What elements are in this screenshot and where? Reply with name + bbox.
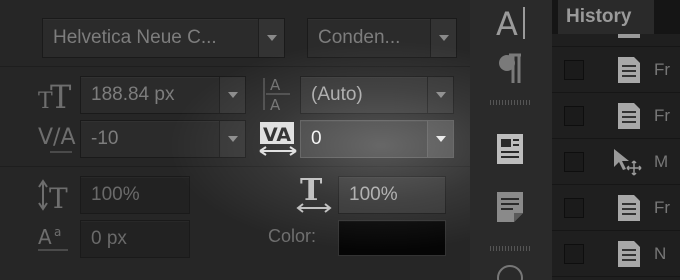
horizontal-scale-value: 100% xyxy=(349,184,398,205)
svg-text:T: T xyxy=(49,182,68,212)
history-row[interactable]: Fr xyxy=(552,92,680,139)
history-item-label: Fr xyxy=(654,198,671,217)
history-checkbox[interactable] xyxy=(564,244,584,264)
document-icon xyxy=(616,239,642,274)
tracking-select[interactable]: 0 xyxy=(300,120,454,158)
panel-grip[interactable] xyxy=(490,100,532,105)
history-checkbox[interactable] xyxy=(564,152,584,172)
history-row[interactable]: Fr xyxy=(552,46,680,93)
svg-text:V/A: V/A xyxy=(38,125,76,150)
panel-tool-strip: A xyxy=(470,0,553,280)
svg-text:VA: VA xyxy=(263,124,291,146)
svg-text:T: T xyxy=(300,174,323,208)
history-item-label: N xyxy=(654,244,667,263)
character-panel: Helvetica Neue C... Conden... TT 188.84 … xyxy=(0,0,570,280)
horizontal-scale-icon: T xyxy=(296,174,332,214)
history-row[interactable]: M xyxy=(552,138,680,185)
tab-history[interactable]: History xyxy=(558,0,654,34)
notes-icon xyxy=(497,192,523,222)
history-panel: History Fr Fr M Fr N xyxy=(552,0,680,280)
horizontal-scale-input[interactable]: 100% xyxy=(338,176,446,214)
font-size-value: 188.84 px xyxy=(91,84,175,105)
panel-divider xyxy=(0,66,470,67)
tracking-dropdown-arrow[interactable] xyxy=(427,121,453,157)
font-family-select[interactable]: Helvetica Neue C... xyxy=(42,18,285,58)
document-icon xyxy=(616,55,642,90)
color-swatch[interactable] xyxy=(338,220,446,256)
notes-panel-button[interactable] xyxy=(484,184,536,230)
svg-text:A: A xyxy=(270,76,281,94)
paragraph-icon xyxy=(499,53,521,83)
font-style-value: Conden... xyxy=(318,27,401,48)
leading-dropdown-arrow[interactable] xyxy=(427,77,453,113)
svg-text:A: A xyxy=(38,225,52,249)
font-style-dropdown-arrow[interactable] xyxy=(430,19,456,57)
history-checkbox[interactable] xyxy=(564,198,584,218)
move-icon xyxy=(612,147,644,182)
layout-icon xyxy=(497,134,523,164)
baseline-shift-value: 0 px xyxy=(91,228,127,249)
character-icon: A xyxy=(496,5,525,43)
circle-icon xyxy=(497,265,523,280)
history-item-label: Fr xyxy=(654,106,671,125)
chevron-down-icon xyxy=(266,35,277,41)
kerning-select[interactable]: -10 xyxy=(80,120,246,158)
panel-grip[interactable] xyxy=(490,246,532,251)
history-item-label: M xyxy=(654,152,669,171)
svg-text:a: a xyxy=(54,225,61,239)
svg-text:A: A xyxy=(270,96,281,114)
document-icon xyxy=(616,101,642,136)
vertical-scale-value: 100% xyxy=(91,184,140,205)
partial-panel-button[interactable] xyxy=(484,262,536,280)
document-icon xyxy=(616,34,642,45)
chevron-down-icon xyxy=(438,35,449,41)
font-size-icon: TT xyxy=(38,78,72,112)
chevron-down-icon xyxy=(227,136,238,142)
font-family-dropdown-arrow[interactable] xyxy=(258,19,284,57)
layout-panel-button[interactable] xyxy=(484,126,536,172)
history-tabbar: History xyxy=(552,0,680,34)
svg-text:T: T xyxy=(50,78,72,112)
document-icon xyxy=(616,193,642,228)
chevron-down-icon xyxy=(435,92,446,98)
history-row[interactable]: N xyxy=(552,230,680,277)
vertical-scale-icon: T xyxy=(38,178,72,212)
history-item-label: Fr xyxy=(654,60,671,79)
color-label: Color: xyxy=(268,226,317,246)
history-row[interactable]: Fr xyxy=(552,184,680,231)
font-size-select[interactable]: 188.84 px xyxy=(80,76,246,114)
baseline-shift-icon: Aa xyxy=(38,222,72,256)
baseline-shift-input[interactable]: 0 px xyxy=(80,220,190,258)
history-checkbox[interactable] xyxy=(564,106,584,126)
kerning-value: -10 xyxy=(91,128,119,149)
character-panel-button[interactable]: A xyxy=(484,0,536,46)
vertical-scale-input[interactable]: 100% xyxy=(80,176,190,214)
leading-select[interactable]: (Auto) xyxy=(300,76,454,114)
font-size-dropdown-arrow[interactable] xyxy=(219,77,245,113)
chevron-down-icon xyxy=(435,136,446,142)
history-checkbox[interactable] xyxy=(564,60,584,80)
paragraph-panel-button[interactable] xyxy=(484,46,536,92)
font-family-value: Helvetica Neue C... xyxy=(53,27,217,48)
chevron-down-icon xyxy=(227,92,238,98)
leading-value: (Auto) xyxy=(311,84,363,105)
font-style-select[interactable]: Conden... xyxy=(307,18,457,58)
kerning-icon: V/A xyxy=(38,122,78,158)
kerning-dropdown-arrow[interactable] xyxy=(219,121,245,157)
svg-text:A: A xyxy=(496,5,518,43)
panel-divider xyxy=(0,166,470,167)
tracking-icon: VA xyxy=(258,120,298,156)
history-tab-label: History xyxy=(566,6,632,27)
tracking-value: 0 xyxy=(311,128,322,149)
leading-icon: AA xyxy=(260,74,292,114)
